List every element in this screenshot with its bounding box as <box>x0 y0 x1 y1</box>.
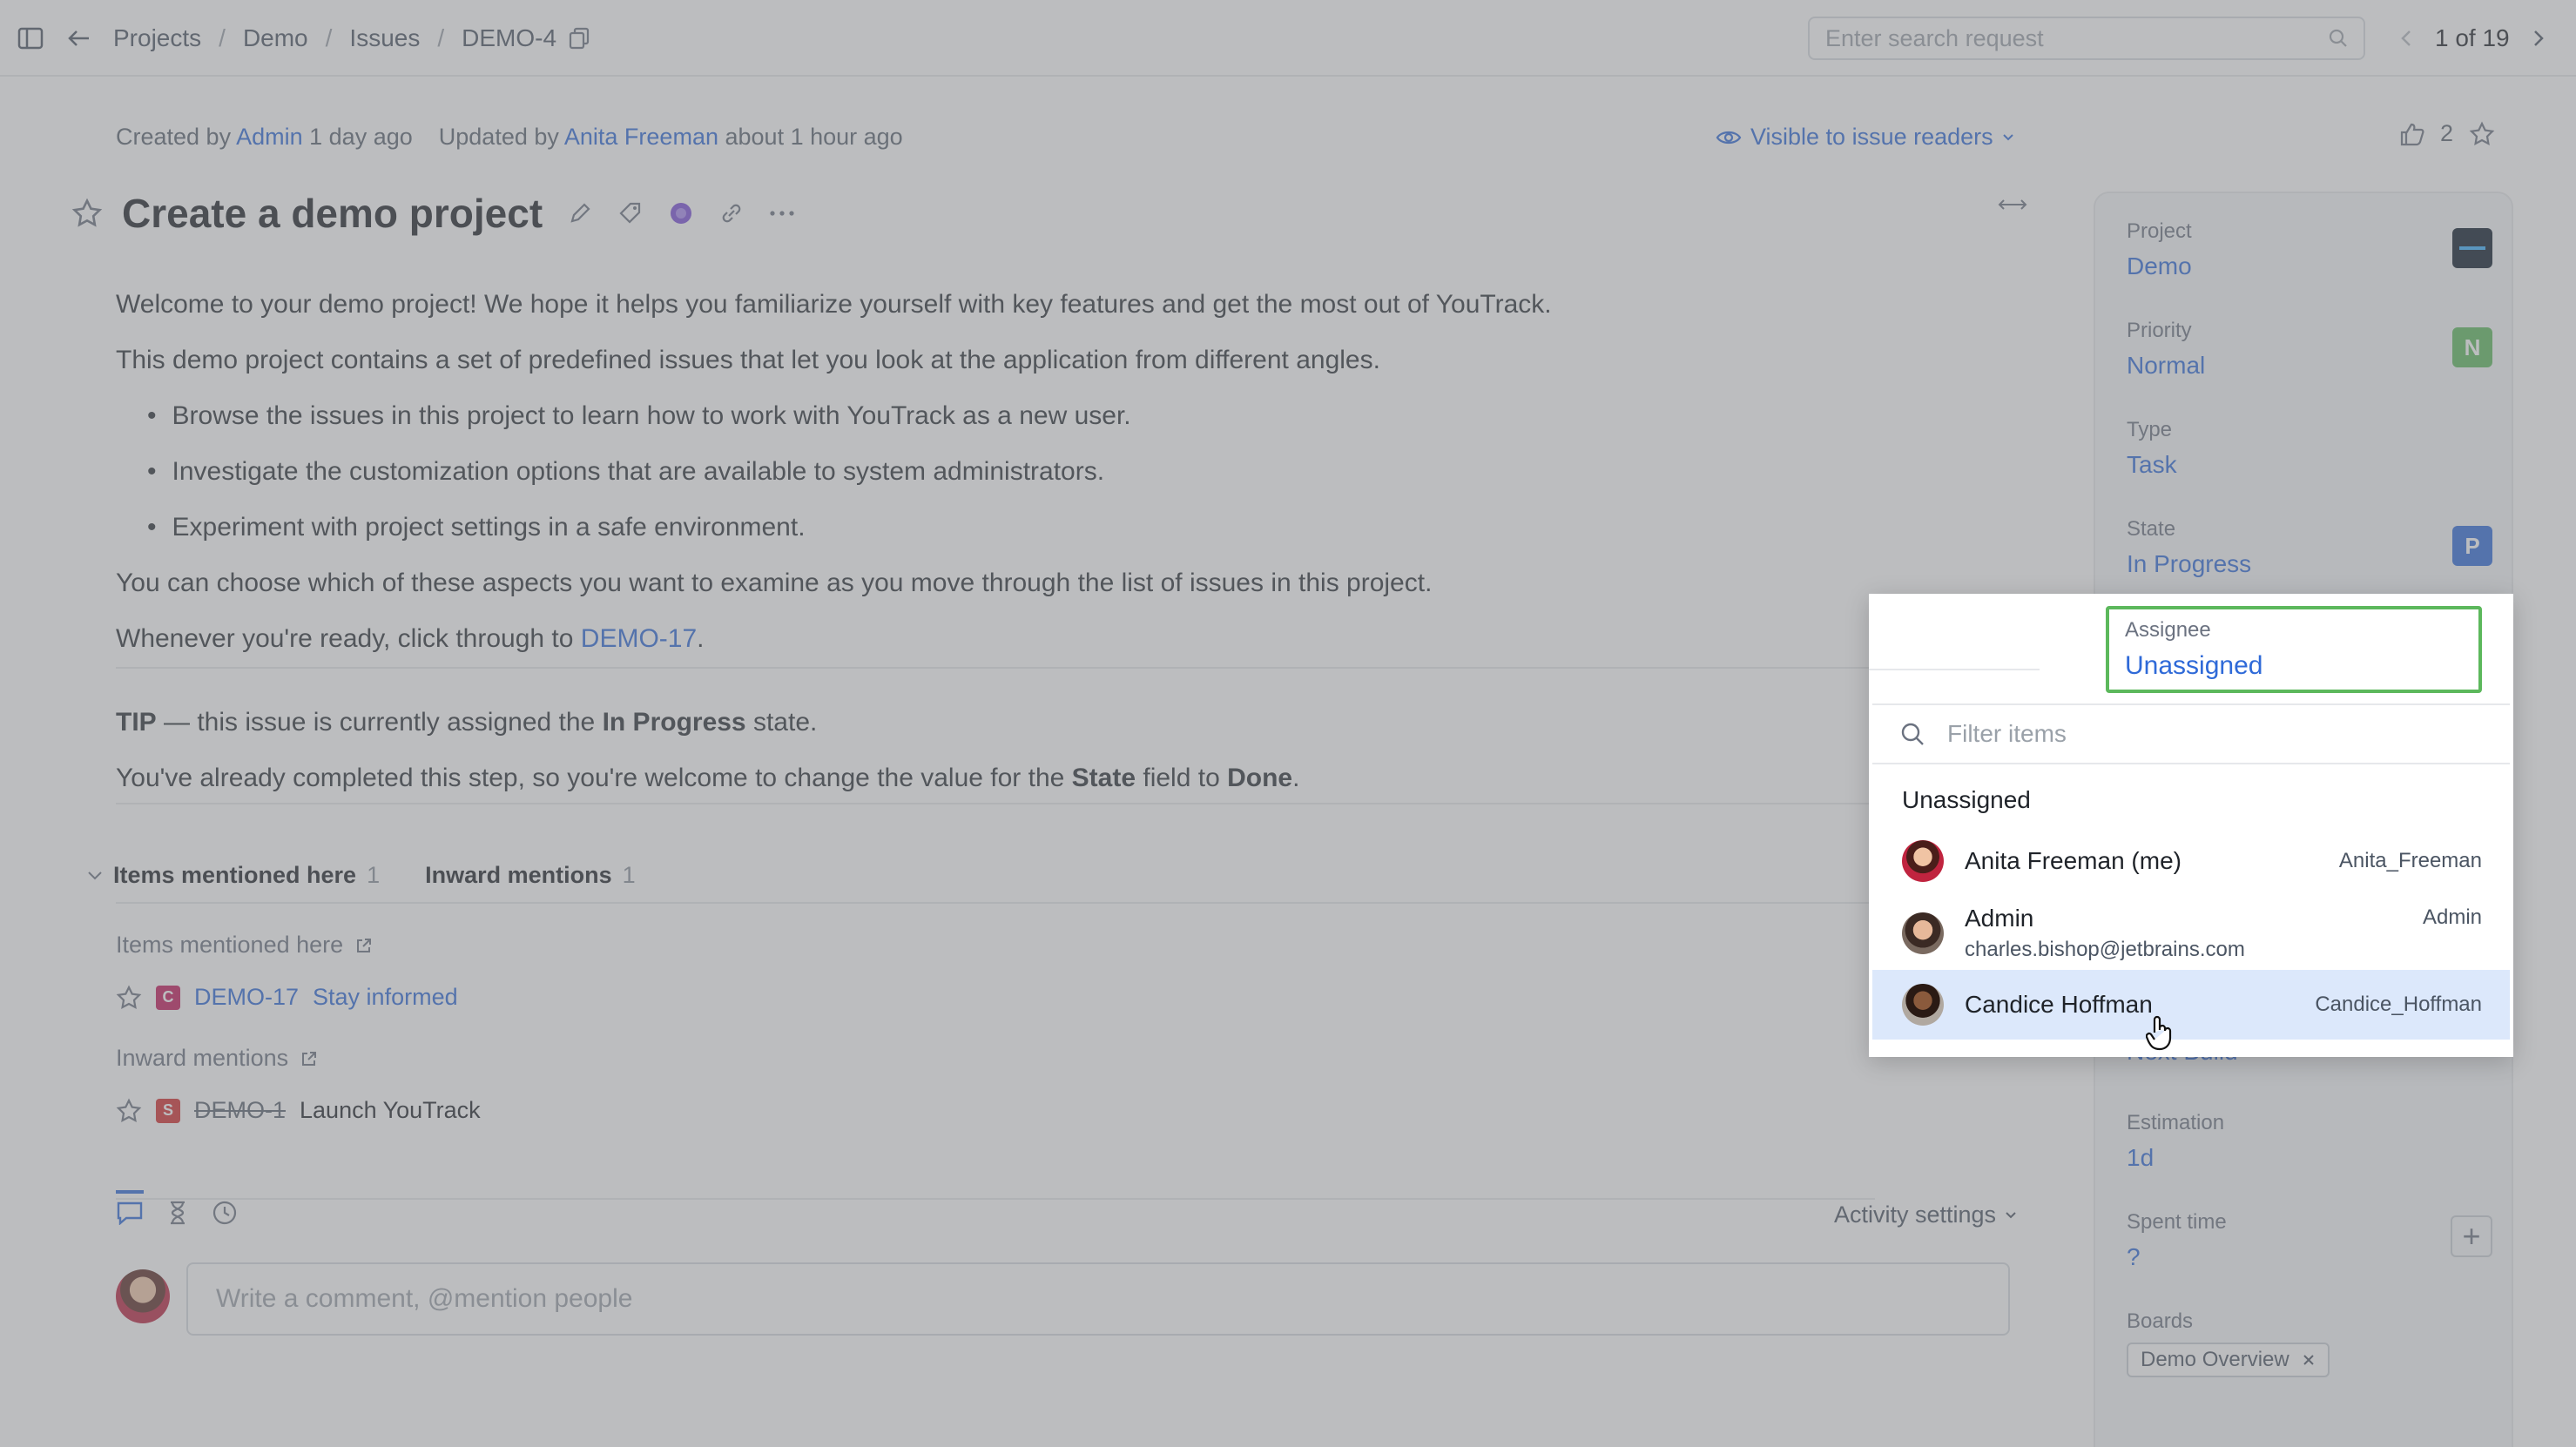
divider <box>1869 669 2040 670</box>
option-label: Unassigned <box>1902 786 2031 813</box>
option-unassigned[interactable]: Unassigned <box>1872 771 2510 829</box>
option-login: Candice_Hoffman <box>2315 993 2482 1016</box>
option-name: Candice Hoffman <box>1965 991 2153 1018</box>
avatar <box>1902 984 1944 1026</box>
filter-input[interactable]: Filter items <box>1872 703 2510 764</box>
option-admin[interactable]: Admin charles.bishop@jetbrains.com Admin <box>1872 893 2510 973</box>
avatar <box>1902 912 1944 954</box>
field-label: Assignee <box>2125 618 2211 642</box>
option-login: Anita_Freeman <box>2338 849 2482 872</box>
option-name: Anita Freeman (me) <box>1965 847 2182 874</box>
avatar <box>1902 840 1944 882</box>
search-icon <box>1900 722 1925 746</box>
option-anita-freeman[interactable]: Anita Freeman (me) Anita_Freeman <box>1872 831 2510 892</box>
option-login: Admin <box>2422 905 2482 929</box>
hand-cursor-icon <box>2146 1015 2175 1052</box>
field-value[interactable]: Unassigned <box>2125 651 2463 681</box>
option-email: charles.bishop@jetbrains.com <box>1965 938 2245 961</box>
filter-placeholder: Filter items <box>1947 720 2067 747</box>
option-name: Admin <box>1965 905 2034 932</box>
field-assignee[interactable]: Assignee Unassigned <box>2106 606 2482 693</box>
option-candice-hoffman[interactable]: Candice Hoffman Candice_Hoffman <box>1872 970 2510 1040</box>
assignee-dropdown: Assignee Unassigned Filter items Unassig… <box>1869 594 2513 1057</box>
